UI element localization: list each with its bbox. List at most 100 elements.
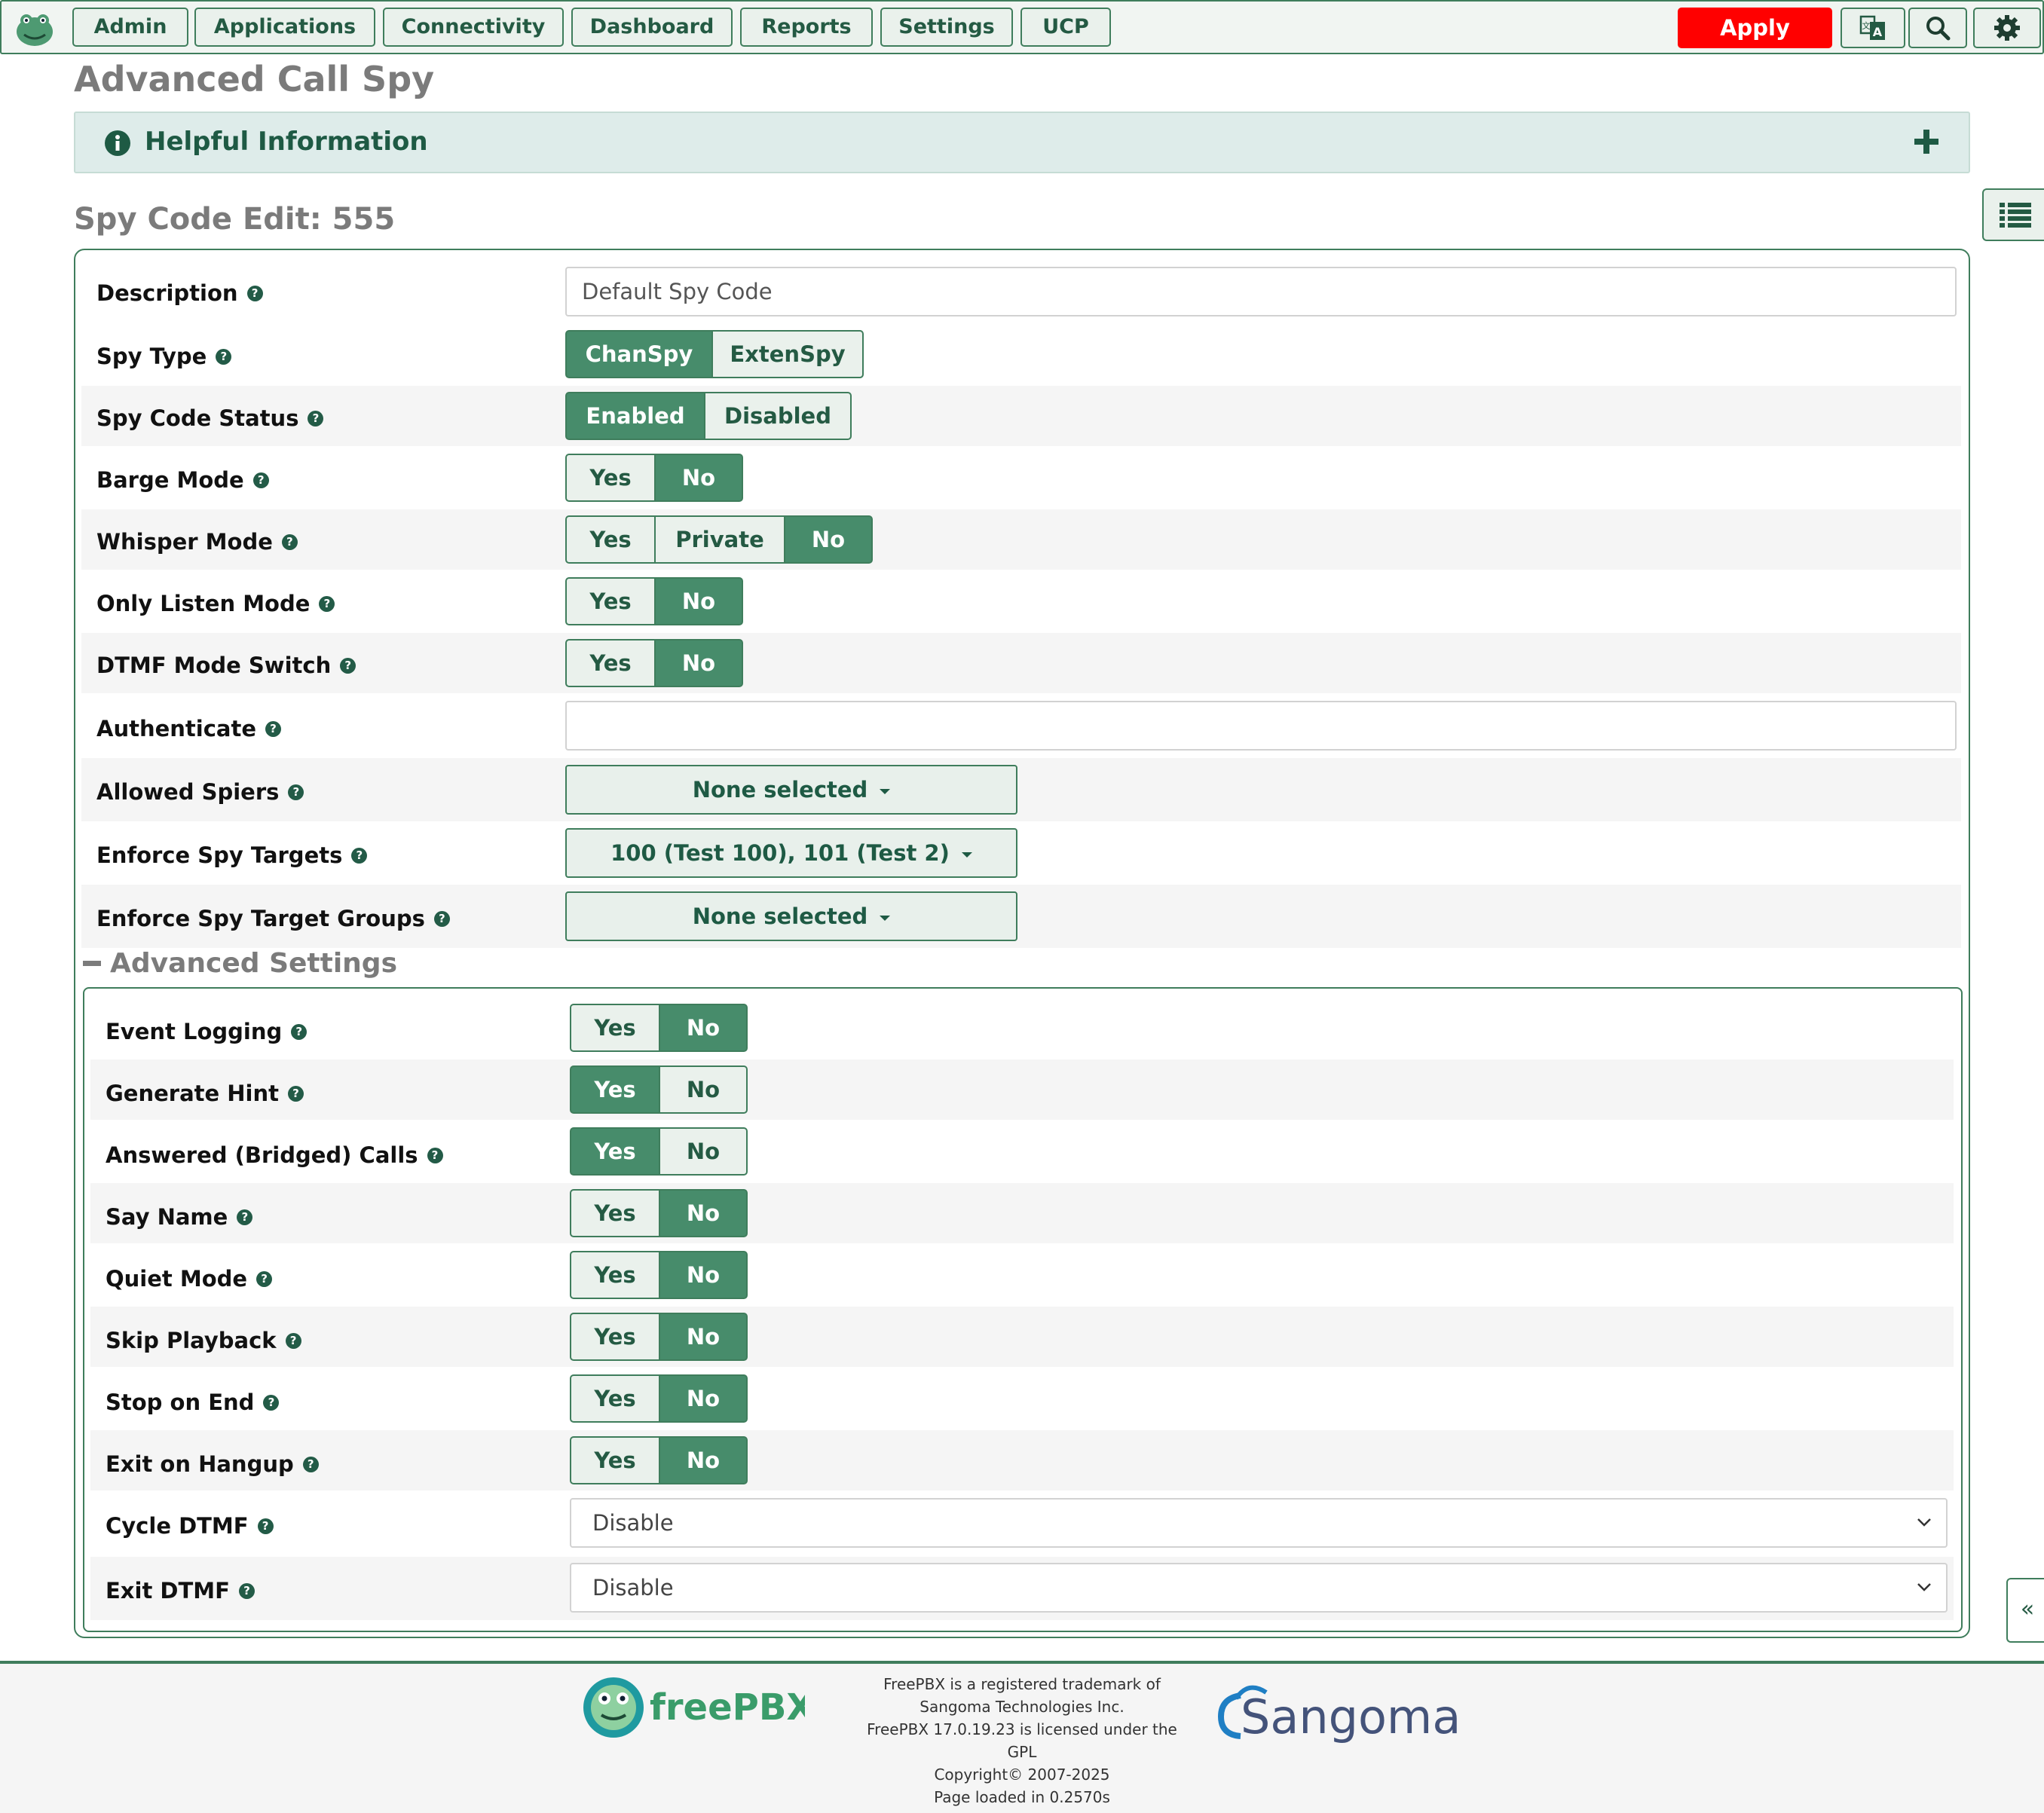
help-icon[interactable]: ? [291, 1023, 308, 1040]
freepbx-frog-logo[interactable] [12, 9, 57, 48]
help-icon[interactable]: ? [257, 1518, 274, 1534]
help-icon[interactable]: ? [281, 534, 298, 550]
allowed-spiers-value: None selected [692, 777, 868, 803]
answered-calls-no[interactable]: No [659, 1127, 748, 1176]
footer-line: Page loaded in 0.2570s [934, 1788, 1110, 1806]
enforce-targets-dropdown[interactable]: 100 (Test 100), 101 (Test 2) [565, 828, 1017, 878]
quiet-mode-toggle: Yes No [570, 1251, 748, 1299]
whisper-no[interactable]: No [784, 515, 873, 564]
event-logging-no[interactable]: No [659, 1004, 748, 1052]
event-logging-label-wrap: Event Logging? [106, 1019, 308, 1044]
chevron-down-icon [1917, 1518, 1931, 1527]
nav-ucp[interactable]: UCP [1020, 8, 1111, 47]
nav-connectivity[interactable]: Connectivity [383, 8, 564, 47]
quiet-mode-yes[interactable]: Yes [570, 1251, 660, 1299]
enforce-groups-dropdown[interactable]: None selected [565, 891, 1017, 941]
listen-label: Only Listen Mode [96, 591, 311, 616]
enforce-groups-label-wrap: Enforce Spy Target Groups? [96, 906, 450, 931]
allowed-spiers-label-wrap: Allowed Spiers? [96, 779, 304, 805]
answered-calls-label: Answered (Bridged) Calls [106, 1142, 418, 1168]
list-view-toggle[interactable] [1982, 188, 2044, 241]
search-icon [1926, 17, 1951, 41]
exit-on-hangup-no[interactable]: No [659, 1436, 748, 1484]
stop-on-end-yes[interactable]: Yes [570, 1374, 660, 1423]
apply-config-button[interactable]: Apply Config [1678, 8, 1832, 81]
status-enabled[interactable]: Enabled [565, 392, 705, 440]
help-icon[interactable]: ? [265, 720, 282, 737]
sangoma-logo[interactable]: Sangoma [1210, 1676, 1482, 1751]
stop-on-end-no[interactable]: No [659, 1374, 748, 1423]
help-icon[interactable]: ? [340, 657, 356, 674]
row-say-name: Say Name? Yes No [90, 1183, 1954, 1243]
listen-no[interactable]: No [654, 577, 743, 625]
nav-dashboard[interactable]: Dashboard [571, 8, 733, 47]
helpful-information-panel[interactable]: Helpful Information [74, 112, 1970, 173]
dtmf-switch-no[interactable]: No [654, 639, 743, 687]
gear-icon [1994, 15, 2020, 41]
exit-dtmf-select[interactable]: Disable [570, 1563, 1948, 1613]
help-icon[interactable]: ? [237, 1209, 253, 1225]
exit-on-hangup-yes[interactable]: Yes [570, 1436, 660, 1484]
skip-playback-no[interactable]: No [659, 1313, 748, 1361]
skip-playback-yes[interactable]: Yes [570, 1313, 660, 1361]
page-footer: freePBX FreePBX is a registered trademar… [0, 1661, 2044, 1813]
help-icon[interactable]: ? [256, 1270, 273, 1287]
help-icon[interactable]: ? [351, 847, 368, 864]
whisper-label-wrap: Whisper Mode? [96, 529, 298, 555]
listen-yes[interactable]: Yes [565, 577, 656, 625]
help-icon[interactable]: ? [433, 910, 450, 927]
help-icon[interactable]: ? [216, 348, 232, 365]
quiet-mode-no[interactable]: No [659, 1251, 748, 1299]
generate-hint-no[interactable]: No [659, 1065, 748, 1114]
answered-calls-yes[interactable]: Yes [570, 1127, 660, 1176]
language-icon: A 文 [1859, 15, 1885, 40]
language-button[interactable]: A 文 [1841, 8, 1905, 48]
say-name-toggle: Yes No [570, 1189, 748, 1237]
help-icon[interactable]: ? [246, 285, 263, 301]
say-name-yes[interactable]: Yes [570, 1189, 660, 1237]
collapse-sidebar-button[interactable]: « [2006, 1578, 2044, 1643]
help-icon[interactable]: ? [263, 1394, 280, 1411]
nav-settings[interactable]: Settings [880, 8, 1013, 47]
help-icon[interactable]: ? [238, 1582, 255, 1599]
barge-no[interactable]: No [654, 454, 743, 502]
row-cycle-dtmf: Cycle DTMF? Disable [90, 1492, 1954, 1555]
help-icon[interactable]: ? [288, 1085, 304, 1102]
row-exit-dtmf: Exit DTMF? Disable [90, 1557, 1954, 1620]
whisper-private[interactable]: Private [654, 515, 785, 564]
cycle-dtmf-select[interactable]: Disable [570, 1498, 1948, 1548]
exit-on-hangup-label-wrap: Exit on Hangup? [106, 1451, 319, 1477]
whisper-yes[interactable]: Yes [565, 515, 656, 564]
event-logging-yes[interactable]: Yes [570, 1004, 660, 1052]
help-icon[interactable]: ? [302, 1456, 319, 1472]
search-button[interactable] [1908, 8, 1967, 48]
nav-admin[interactable]: Admin [72, 8, 188, 47]
help-icon[interactable]: ? [319, 595, 335, 612]
status-disabled[interactable]: Disabled [704, 392, 852, 440]
nav-reports[interactable]: Reports [740, 8, 873, 47]
help-icon[interactable]: ? [427, 1147, 443, 1163]
freepbx-logo[interactable]: freePBX [579, 1671, 805, 1747]
authenticate-input[interactable] [565, 701, 1957, 751]
description-input[interactable]: Default Spy Code [565, 267, 1957, 316]
event-logging-label: Event Logging [106, 1019, 283, 1044]
allowed-spiers-dropdown[interactable]: None selected [565, 765, 1017, 815]
advanced-settings-toggle[interactable]: Advanced Settings [83, 948, 397, 979]
dtmf-switch-yes[interactable]: Yes [565, 639, 656, 687]
row-answered-calls: Answered (Bridged) Calls? Yes No [90, 1121, 1954, 1182]
nav-applications[interactable]: Applications [194, 8, 375, 47]
say-name-no[interactable]: No [659, 1189, 748, 1237]
help-icon[interactable]: ? [288, 784, 304, 800]
spy-type-extenspy[interactable]: ExtenSpy [711, 330, 864, 378]
barge-yes[interactable]: Yes [565, 454, 656, 502]
help-icon[interactable]: ? [285, 1332, 301, 1349]
generate-hint-yes[interactable]: Yes [570, 1065, 660, 1114]
spy-type-chanspy[interactable]: ChanSpy [565, 330, 713, 378]
plus-icon[interactable] [1913, 128, 1940, 155]
settings-button[interactable] [1973, 8, 2041, 48]
help-icon[interactable]: ? [308, 410, 324, 426]
generate-hint-label-wrap: Generate Hint? [106, 1081, 304, 1106]
help-icon[interactable]: ? [252, 472, 269, 488]
stop-on-end-toggle: Yes No [570, 1374, 748, 1423]
cycle-dtmf-label-wrap: Cycle DTMF? [106, 1513, 274, 1539]
